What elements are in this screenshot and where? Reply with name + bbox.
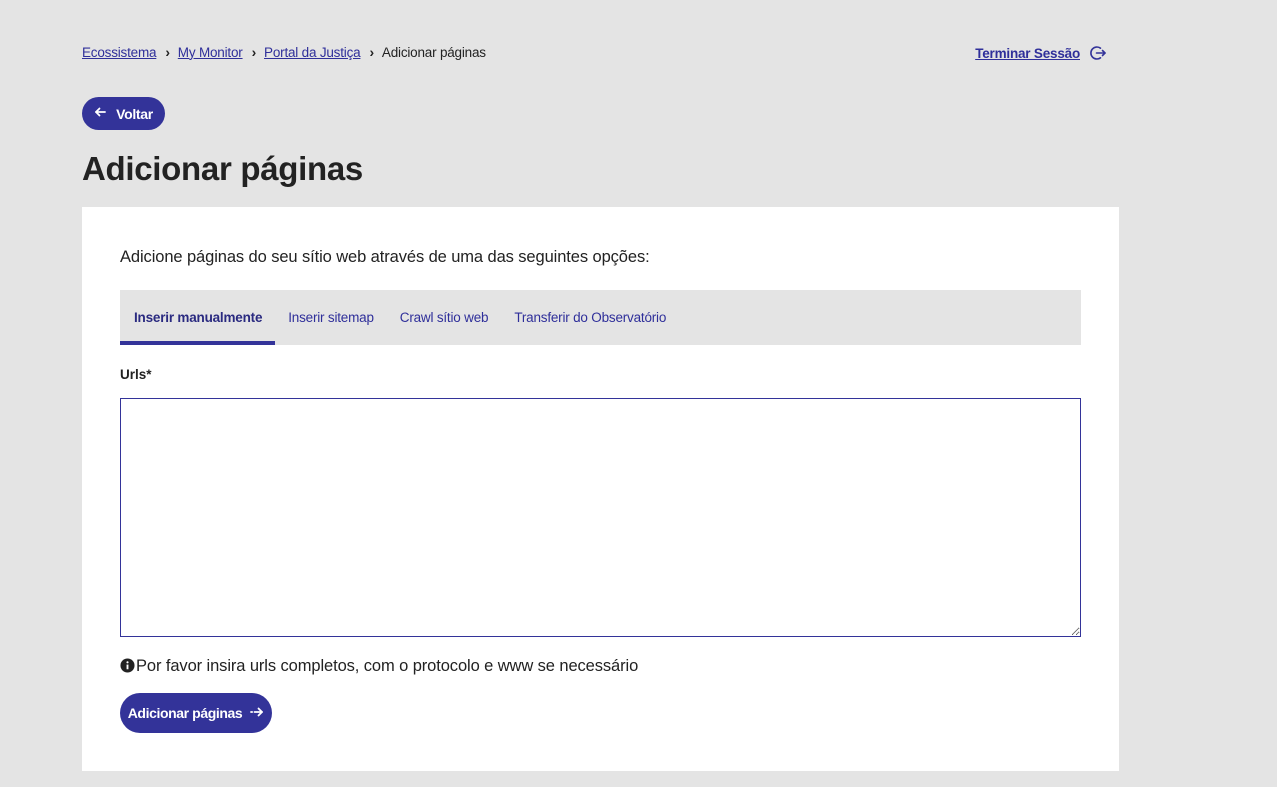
info-icon xyxy=(120,658,135,673)
back-button-label: Voltar xyxy=(116,105,153,122)
tab-transferir-do-observatorio[interactable]: Transferir do Observatório xyxy=(501,290,679,345)
page-title: Adicionar páginas xyxy=(82,150,363,187)
breadcrumb: Ecossistema › My Monitor › Portal da Jus… xyxy=(82,44,486,60)
tab-bar: Inserir manualmente Inserir sitemap Craw… xyxy=(120,290,1081,345)
breadcrumb-link-ecossistema[interactable]: Ecossistema xyxy=(82,45,157,60)
tab-inserir-sitemap[interactable]: Inserir sitemap xyxy=(275,290,387,345)
hint-label: Por favor insira urls completos, com o p… xyxy=(136,657,639,675)
top-bar: Ecossistema › My Monitor › Portal da Jus… xyxy=(82,44,1119,64)
logout-icon[interactable] xyxy=(1089,44,1107,62)
breadcrumb-link-portal-da-justica[interactable]: Portal da Justiça xyxy=(264,45,361,60)
logout-label[interactable]: Terminar Sessão xyxy=(975,46,1080,61)
arrow-left-icon xyxy=(95,107,106,117)
chevron-right-icon: › xyxy=(369,44,374,60)
urls-textarea[interactable] xyxy=(120,398,1081,637)
breadcrumb-link-my-monitor[interactable]: My Monitor xyxy=(178,45,243,60)
tab-inserir-manualmente[interactable]: Inserir manualmente xyxy=(120,290,276,345)
logout-link[interactable]: Terminar Sessão xyxy=(975,44,1107,62)
add-pages-button[interactable]: Adicionar páginas xyxy=(120,693,272,733)
back-button[interactable]: Voltar xyxy=(82,97,165,130)
tab-crawl-sitio-web[interactable]: Crawl sítio web xyxy=(387,290,502,345)
add-pages-button-label: Adicionar páginas xyxy=(127,705,243,721)
breadcrumb-current: Adicionar páginas xyxy=(381,44,486,60)
hint-text: Por favor insira urls completos, com o p… xyxy=(120,657,638,676)
chevron-right-icon: › xyxy=(251,44,257,60)
urls-label: Urls* xyxy=(120,367,152,382)
chevron-right-icon: › xyxy=(165,44,170,60)
arrow-right-icon xyxy=(250,707,264,717)
form-card: Adicione páginas do seu sítio web atravé… xyxy=(82,207,1119,771)
intro-text: Adicione páginas do seu sítio web atravé… xyxy=(120,248,650,266)
